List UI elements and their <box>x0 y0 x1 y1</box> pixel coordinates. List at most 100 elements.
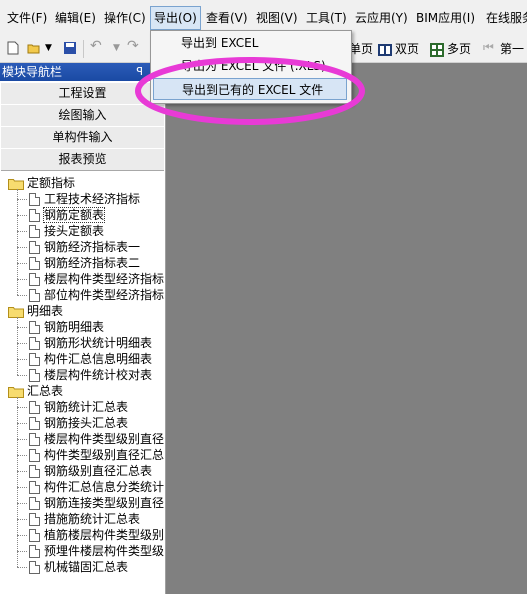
document-icon <box>29 273 40 286</box>
first-page-icon[interactable]: ⏮ <box>483 40 494 55</box>
tree-item-label: 钢筋形状统计明细表 <box>44 336 153 350</box>
tree-item-label: 接头定额表 <box>44 224 105 238</box>
dropdown-arrow-icon[interactable]: ▼ <box>45 43 52 53</box>
tree-item[interactable]: 钢筋连接类型级别直径 <box>29 495 164 511</box>
tree-folder[interactable]: 定额指标 <box>8 175 75 191</box>
document-icon <box>29 401 40 414</box>
undo-icon[interactable]: ↶ <box>90 38 102 54</box>
tree-connector <box>17 439 27 440</box>
panel-title-bar: 模块导航栏 ꟼ <box>0 63 165 81</box>
tree-connector <box>17 487 27 488</box>
tree-item[interactable]: 工程技术经济指标 <box>29 191 140 207</box>
tree-item[interactable]: 构件汇总信息明细表 <box>29 351 152 367</box>
tree-item[interactable]: 预埋件楼层构件类型级 <box>29 543 164 559</box>
tree-item[interactable]: 楼层构件统计校对表 <box>29 367 152 383</box>
tree-item-label: 楼层构件统计校对表 <box>44 368 153 382</box>
menu-file[interactable]: 文件(F) <box>4 7 50 29</box>
document-icon <box>29 561 40 574</box>
tree-connector <box>17 231 27 232</box>
tree-item-label: 植筋楼层构件类型级别 <box>44 528 165 542</box>
redo-icon[interactable]: ↷ <box>127 38 139 54</box>
tree-item[interactable]: 钢筋明细表 <box>29 319 104 335</box>
panel-title: 模块导航栏 <box>2 65 63 79</box>
tree-item[interactable]: 钢筋形状统计明细表 <box>29 335 152 351</box>
document-icon <box>29 321 40 334</box>
nav-button-component-input[interactable]: 单构件输入 <box>1 126 164 149</box>
tree-item[interactable]: 楼层构件类型级别直径 <box>29 431 164 447</box>
menu-viewport[interactable]: 视图(V) <box>253 7 301 29</box>
tree-item-label: 楼层构件类型级别直径 <box>44 432 165 446</box>
menu-item-export-xls-file[interactable]: 导出为 EXCEL 文件 (.XLS) <box>153 55 347 77</box>
tree-item[interactable]: 机械锚固汇总表 <box>29 559 128 575</box>
document-icon <box>29 209 40 222</box>
tree-item[interactable]: 措施筋统计汇总表 <box>29 511 140 527</box>
tree-item[interactable]: 钢筋级别直径汇总表 <box>29 463 152 479</box>
menu-bim[interactable]: BIM应用(I) <box>413 7 478 29</box>
multi-page-button[interactable]: 多页 <box>430 40 471 57</box>
document-icon <box>29 337 40 350</box>
tree-item[interactable]: 构件汇总信息分类统计 <box>29 479 164 495</box>
tree-connector <box>17 359 27 360</box>
tree-item[interactable]: 植筋楼层构件类型级别 <box>29 527 164 543</box>
open-folder-icon[interactable] <box>27 41 41 55</box>
menu-item-export-existing-excel[interactable]: 导出到已有的 EXCEL 文件 <box>153 78 347 100</box>
folder-icon <box>8 178 24 190</box>
tree-item-label: 钢筋定额表 <box>42 207 106 223</box>
nav-button-report-preview[interactable]: 报表预览 <box>1 148 164 171</box>
tree-item[interactable]: 钢筋统计汇总表 <box>29 399 128 415</box>
tree-connector <box>17 247 27 248</box>
nav-button-project-settings[interactable]: 工程设置 <box>1 82 164 105</box>
tree-connector <box>17 279 27 280</box>
undo-dropdown-icon[interactable]: ▼ <box>113 43 120 53</box>
single-page-button[interactable]: 单页 <box>349 40 373 57</box>
tree-item-label: 部位构件类型经济指标 <box>44 288 165 302</box>
tree-connector <box>17 519 27 520</box>
menu-operate[interactable]: 操作(C) <box>101 7 149 29</box>
tree-item[interactable]: 部位构件类型经济指标 <box>29 287 164 303</box>
report-tree: 定额指标 工程技术经济指标 钢筋定额表 接头定额表 钢筋经济指标表一 钢筋经济指标表二 楼层… <box>0 171 165 594</box>
document-icon <box>29 193 40 206</box>
tree-item-label: 钢筋级别直径汇总表 <box>44 464 153 478</box>
menu-cloud[interactable]: 云应用(Y) <box>352 7 411 29</box>
tree-item-label: 楼层构件类型经济指标 <box>44 272 165 286</box>
tree-item[interactable]: 钢筋经济指标表二 <box>29 255 140 271</box>
tree-item-label: 钢筋经济指标表一 <box>44 240 141 254</box>
document-icon <box>29 433 40 446</box>
menu-view[interactable]: 查看(V) <box>203 7 251 29</box>
menu-online[interactable]: 在线服务 <box>483 7 527 29</box>
document-icon <box>29 545 40 558</box>
tree-item[interactable]: 接头定额表 <box>29 223 104 239</box>
new-file-icon[interactable] <box>6 41 20 55</box>
tree-item[interactable]: 钢筋接头汇总表 <box>29 415 128 431</box>
tree-item[interactable]: 构件类型级别直径汇总 <box>29 447 164 463</box>
multi-page-icon <box>430 42 444 57</box>
folder-icon <box>8 306 24 318</box>
tree-connector <box>17 407 27 408</box>
double-page-label: 双页 <box>395 42 420 56</box>
menu-edit[interactable]: 编辑(E) <box>52 7 99 29</box>
tree-connector <box>17 423 27 424</box>
tree-item-label: 构件汇总信息明细表 <box>44 352 153 366</box>
double-page-button[interactable]: 双页 <box>378 40 419 57</box>
first-page-button[interactable]: 第一 <box>500 40 524 57</box>
nav-button-drawing-input[interactable]: 绘图输入 <box>1 104 164 127</box>
document-icon <box>29 513 40 526</box>
tree-connector <box>17 263 27 264</box>
document-icon <box>29 369 40 382</box>
tree-item-label: 措施筋统计汇总表 <box>44 512 141 526</box>
tree-item[interactable]: 钢筋定额表 <box>29 207 106 223</box>
tree-item-label: 工程技术经济指标 <box>44 192 141 206</box>
menu-export[interactable]: 导出(O) <box>150 6 201 30</box>
menu-item-export-to-excel[interactable]: 导出到 EXCEL <box>153 32 347 54</box>
tree-item-label: 预埋件楼层构件类型级 <box>44 544 165 558</box>
tree-item[interactable]: 钢筋经济指标表一 <box>29 239 140 255</box>
save-icon[interactable] <box>63 41 77 55</box>
document-icon <box>29 417 40 430</box>
tree-item[interactable]: 楼层构件类型经济指标 <box>29 271 164 287</box>
tree-connector <box>17 343 27 344</box>
tree-connector <box>17 327 27 328</box>
pin-icon[interactable]: ꟼ <box>136 63 143 81</box>
menu-tools[interactable]: 工具(T) <box>303 7 350 29</box>
tree-folder-label: 定额指标 <box>27 176 76 190</box>
document-icon <box>29 497 40 510</box>
